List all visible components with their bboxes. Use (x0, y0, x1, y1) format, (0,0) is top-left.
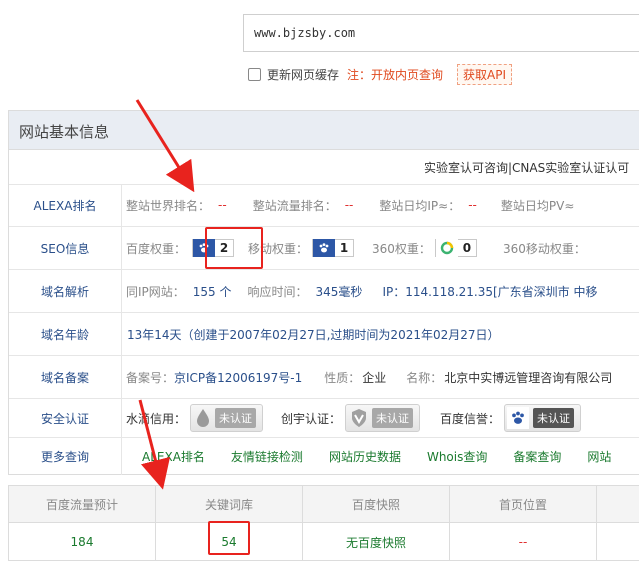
annotation-arrows (135, 99, 195, 490)
arrow-to-seo (135, 99, 195, 193)
arrow-to-keywords (138, 399, 171, 490)
